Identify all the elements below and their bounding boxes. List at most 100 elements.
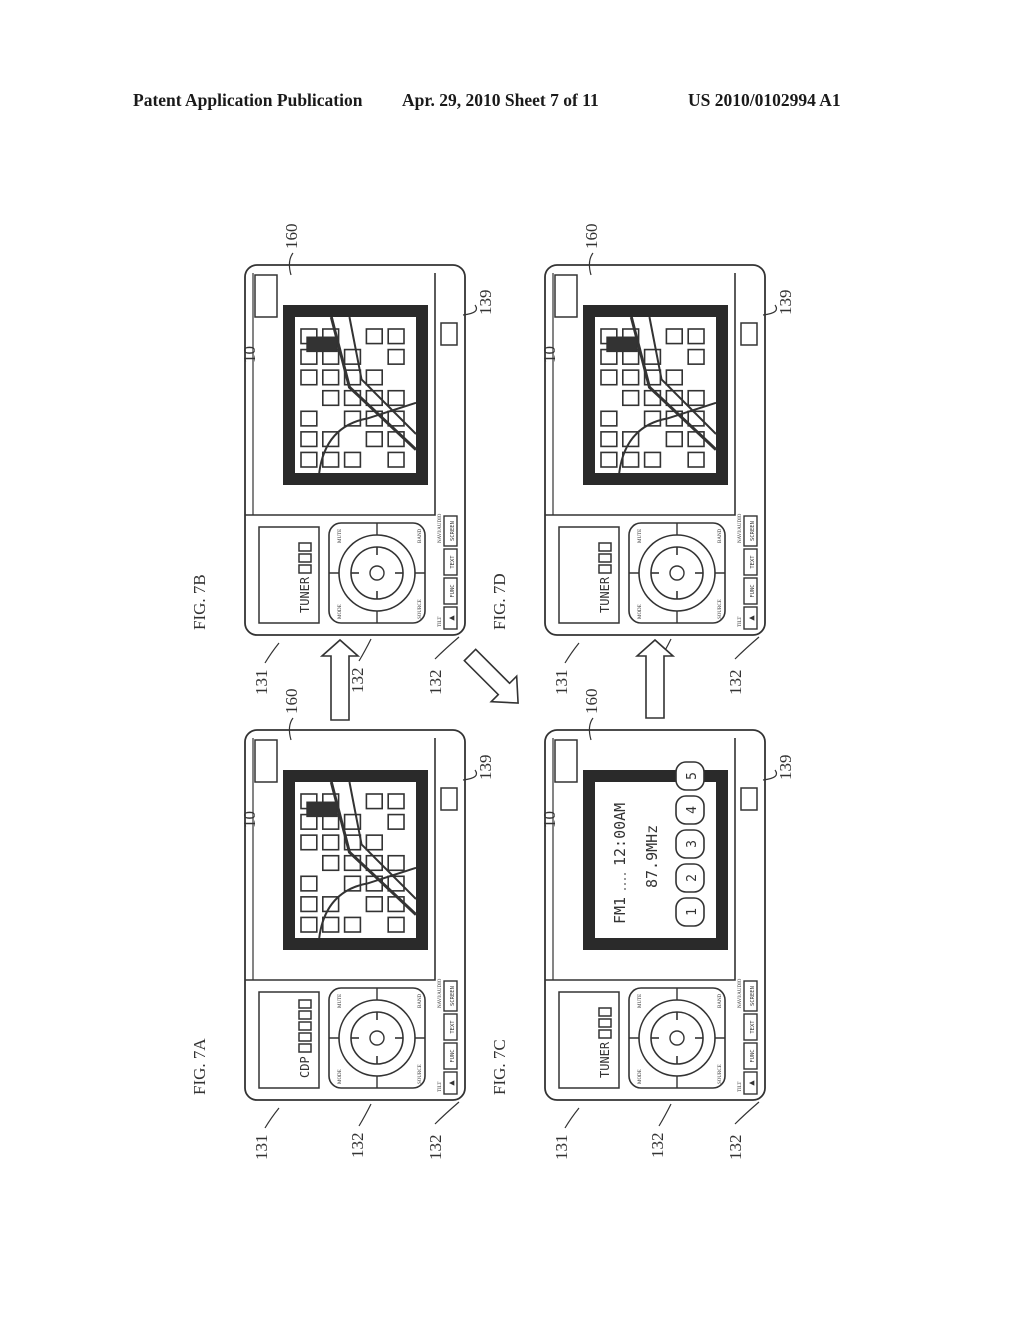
control-pad-132[interactable]: SOURCE MODE BAND MUTE: [628, 522, 726, 624]
function-button-eject[interactable]: ▲: [443, 1071, 458, 1095]
function-button-func[interactable]: FUNC: [743, 577, 758, 605]
knob-139[interactable]: [740, 322, 758, 346]
device-unit: CDP SOURCE MODE BAND MUTE TILT NAVI/AUDIO ▲ FUNC…: [244, 729, 466, 1101]
ref-numeral-160: 160: [282, 224, 301, 250]
disc-slot-indicator: [598, 1018, 612, 1028]
ref-numeral-160: 160: [582, 689, 601, 715]
radio-band: FM1: [611, 897, 629, 924]
disc-slot-indicator: [298, 999, 312, 1009]
eject-icon: ▲: [447, 1080, 457, 1086]
preset-button[interactable]: 4: [675, 795, 705, 825]
radio-frequency: 87.9MHz: [643, 825, 661, 888]
pad-label-source-pwr: SOURCE: [418, 599, 423, 619]
function-button-text[interactable]: TEXT: [743, 1013, 758, 1041]
leader-line: [564, 1107, 580, 1129]
ref-numeral-10: 10: [540, 346, 559, 363]
disc-slot-indicator: [598, 1029, 612, 1039]
disc-slot-indicator: [298, 553, 312, 563]
function-button-text[interactable]: TEXT: [443, 548, 458, 576]
figure-7a: CDP SOURCE MODE BAND MUTE TILT NAVI/AUDIO ▲ FUNC…: [244, 729, 466, 1101]
eject-icon: ▲: [447, 615, 457, 621]
ref-numeral-131: 131: [252, 670, 271, 696]
preset-button[interactable]: 3: [675, 829, 705, 859]
function-button-eject[interactable]: ▲: [743, 1071, 758, 1095]
ref-numeral-132-buttons: 132: [426, 1135, 445, 1161]
ref-numeral-131: 131: [252, 1135, 271, 1161]
ref-numeral-10: 10: [240, 346, 259, 363]
preset-button-label: 4: [685, 806, 700, 814]
knob-139[interactable]: [440, 787, 458, 811]
tilt-label: TILT: [738, 1082, 743, 1092]
disc-slot-indicator: [598, 553, 612, 563]
pad-label-mode: MODE: [338, 1069, 343, 1084]
leader-line: [734, 1101, 760, 1125]
knob-139[interactable]: [440, 322, 458, 346]
preset-button-label: 1: [685, 908, 700, 916]
pad-label-band: BAND: [718, 528, 723, 543]
function-button-eject[interactable]: ▲: [743, 606, 758, 630]
ref-numeral-132-buttons: 132: [726, 670, 745, 696]
disc-slot-indicator: [598, 564, 612, 574]
radio-time: 12:00AM: [611, 803, 629, 866]
control-pad-132[interactable]: SOURCE MODE BAND MUTE: [328, 522, 426, 624]
disc-slot-indicator: [298, 1010, 312, 1020]
mode-label: NAVI/AUDIO: [738, 513, 743, 543]
enter-button[interactable]: [369, 1030, 385, 1046]
sensor-160: [254, 274, 278, 318]
function-button-func[interactable]: FUNC: [443, 577, 458, 605]
function-button-func[interactable]: FUNC: [443, 1042, 458, 1070]
ref-numeral-139: 139: [776, 290, 795, 316]
figure-7d: TUNER SOURCE MODE BAND MUTE TILT NAVI/AUDIO ▲ FU…: [544, 264, 766, 636]
device-unit: TUNER SOURCE MODE BAND MUTE TILT NAVI/AUDIO ▲ FU…: [244, 264, 466, 636]
preset-button[interactable]: 1: [675, 897, 705, 927]
leader-line: [358, 638, 372, 662]
source-display-131: CDP: [258, 991, 320, 1089]
function-button-screen[interactable]: SCREEN: [443, 515, 458, 547]
function-button-screen[interactable]: SCREEN: [743, 515, 758, 547]
function-button-func[interactable]: FUNC: [743, 1042, 758, 1070]
ref-numeral-139: 139: [476, 290, 495, 316]
ref-numeral-132-pad: 132: [348, 1133, 367, 1159]
function-button-text[interactable]: TEXT: [743, 548, 758, 576]
pad-label-band: BAND: [418, 993, 423, 1008]
control-pad-132[interactable]: SOURCE MODE BAND MUTE: [628, 987, 726, 1089]
ref-numeral-132-buttons: 132: [726, 1135, 745, 1161]
device-unit: FM1 12:00AM 87.9MHz 1 2 3 4 5 TUNER SOURCE MODE BAN…: [544, 729, 766, 1101]
eject-icon: ▲: [747, 1080, 757, 1086]
leader-line: [564, 642, 580, 664]
function-button-eject[interactable]: ▲: [443, 606, 458, 630]
function-button-text[interactable]: TEXT: [443, 1013, 458, 1041]
figure-label: FIG. 7C: [490, 1039, 509, 1095]
function-button-label: TEXT: [450, 555, 456, 569]
disc-slot-indicator: [598, 1007, 612, 1017]
pad-label-mode: MODE: [638, 1069, 643, 1084]
ref-numeral-132-pad: 132: [648, 1133, 667, 1159]
preset-button-label: 2: [685, 874, 700, 882]
disc-slot-indicator: [298, 1021, 312, 1031]
ref-numeral-131: 131: [552, 670, 571, 696]
ref-numeral-132-pad: 132: [348, 668, 367, 694]
source-display-131: TUNER: [558, 526, 620, 624]
function-button-screen[interactable]: SCREEN: [443, 980, 458, 1012]
pad-label-source-pwr: SOURCE: [418, 1064, 423, 1084]
preset-button[interactable]: 5: [675, 761, 705, 791]
tilt-label: TILT: [438, 617, 443, 627]
sensor-160: [554, 274, 578, 318]
function-button-screen[interactable]: SCREEN: [743, 980, 758, 1012]
ref-numeral-10: 10: [540, 811, 559, 828]
control-pad-132[interactable]: SOURCE MODE BAND MUTE: [328, 987, 426, 1089]
ref-numeral-10: 10: [240, 811, 259, 828]
arrow-shape: [463, 648, 519, 704]
leader-line: [434, 636, 460, 660]
figure-label: FIG. 7A: [190, 1038, 209, 1095]
knob-139[interactable]: [740, 787, 758, 811]
ref-numeral-139: 139: [476, 755, 495, 781]
preset-button[interactable]: 2: [675, 863, 705, 893]
tilt-label: TILT: [738, 617, 743, 627]
enter-button[interactable]: [669, 1030, 685, 1046]
enter-button[interactable]: [369, 565, 385, 581]
arrow-7b-to-7c: [463, 648, 519, 704]
mode-label: NAVI/AUDIO: [738, 978, 743, 1008]
enter-button[interactable]: [669, 565, 685, 581]
leader-line: [734, 636, 760, 660]
